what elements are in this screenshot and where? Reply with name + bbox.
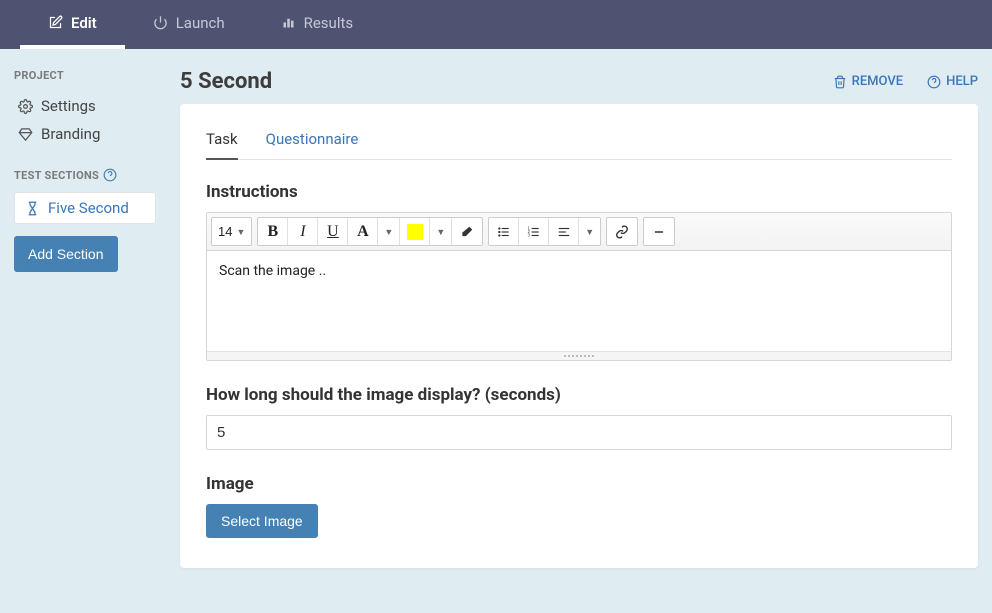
sidebar-item-branding[interactable]: Branding [14, 120, 156, 148]
card: Task Questionnaire Instructions 14▼ B I … [180, 104, 978, 568]
nav-tab-label: Edit [71, 14, 97, 32]
sidebar-item-label: Branding [41, 125, 100, 143]
help-circle-icon [927, 75, 941, 89]
clear-format-button[interactable] [452, 218, 482, 245]
hourglass-icon [25, 201, 40, 216]
image-label: Image [206, 474, 952, 494]
help-button[interactable]: HELP [927, 74, 978, 89]
help-label: HELP [946, 74, 978, 89]
editor-body[interactable]: Scan the image .. [207, 251, 951, 351]
font-color-caret[interactable]: ▼ [378, 218, 400, 245]
nav-tab-label: Results [304, 14, 354, 32]
italic-button[interactable]: I [288, 218, 318, 245]
nav-tab-edit[interactable]: Edit [20, 0, 125, 49]
ordered-list-button[interactable]: 123 [519, 218, 549, 245]
align-button[interactable] [549, 218, 579, 245]
bold-button[interactable]: B [258, 218, 288, 245]
font-color-button[interactable]: A [348, 218, 378, 245]
power-icon [153, 15, 168, 30]
page-title: 5 Second [180, 69, 272, 94]
instructions-label: Instructions [206, 182, 952, 202]
add-section-button[interactable]: Add Section [14, 236, 118, 272]
gear-icon [18, 99, 33, 114]
nav-tab-results[interactable]: Results [253, 0, 382, 49]
nav-tab-label: Launch [176, 14, 225, 32]
sidebar-item-label: Settings [41, 97, 96, 115]
nav-tab-launch[interactable]: Launch [125, 0, 253, 49]
font-size-select[interactable]: 14▼ [212, 218, 251, 245]
remove-button[interactable]: REMOVE [833, 74, 903, 89]
sidebar-heading-test-sections: TEST SECTIONS [14, 168, 156, 182]
highlight-caret[interactable]: ▼ [430, 218, 452, 245]
align-caret[interactable]: ▼ [579, 218, 600, 245]
editor-resize-handle[interactable] [207, 351, 951, 360]
list-ul-icon [497, 225, 511, 239]
test-section-item[interactable]: Five Second [14, 192, 156, 224]
trash-icon [833, 75, 847, 89]
top-nav: Edit Launch Results [0, 0, 992, 49]
link-button[interactable] [607, 218, 637, 245]
minus-icon [652, 225, 666, 239]
tab-questionnaire[interactable]: Questionnaire [266, 124, 359, 160]
remove-label: REMOVE [852, 74, 903, 89]
tab-task[interactable]: Task [206, 124, 238, 160]
svg-text:3: 3 [527, 232, 530, 237]
duration-input[interactable] [206, 415, 952, 450]
link-icon [615, 225, 629, 239]
unordered-list-button[interactable] [489, 218, 519, 245]
list-ol-icon: 123 [527, 225, 541, 239]
chart-icon [281, 15, 296, 30]
hr-button[interactable] [644, 218, 674, 245]
align-icon [557, 225, 571, 239]
sidebar-heading-project: PROJECT [14, 69, 156, 82]
select-image-button[interactable]: Select Image [206, 504, 318, 538]
sidebar: PROJECT Settings Branding TEST SECTIONS … [0, 49, 170, 613]
duration-label: How long should the image display? (seco… [206, 385, 952, 405]
underline-button[interactable]: U [318, 218, 348, 245]
help-circle-icon[interactable] [103, 168, 117, 182]
rich-text-editor: 14▼ B I U A ▼ ▼ [206, 212, 952, 361]
card-tabs: Task Questionnaire [206, 124, 952, 160]
sidebar-item-settings[interactable]: Settings [14, 92, 156, 120]
edit-icon [48, 15, 63, 30]
editor-toolbar: 14▼ B I U A ▼ ▼ [207, 213, 951, 251]
highlight-button[interactable] [400, 218, 430, 245]
eraser-icon [460, 225, 474, 239]
diamond-icon [18, 127, 33, 142]
test-section-label: Five Second [48, 199, 129, 217]
highlight-swatch-icon [407, 224, 423, 240]
